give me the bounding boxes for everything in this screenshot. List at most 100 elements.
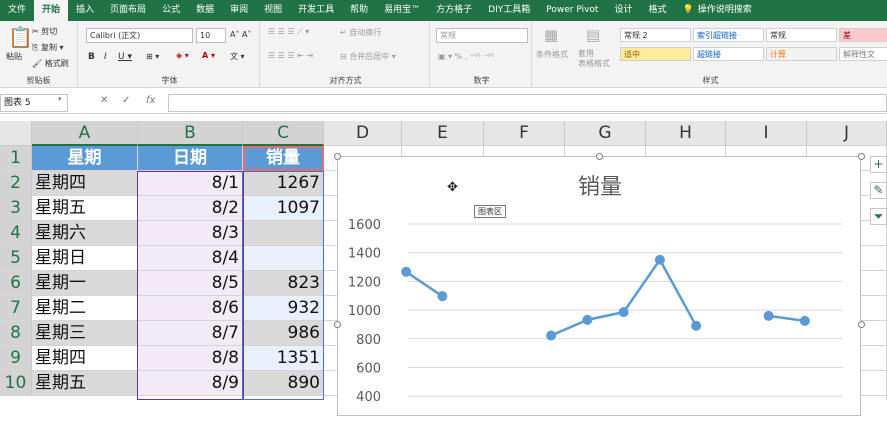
column-header-H[interactable]: H [646, 121, 726, 146]
conditional-format-button[interactable]: 条件格式 [536, 49, 568, 60]
chart-resize-handle-tl[interactable] [334, 153, 341, 160]
tab-10[interactable]: 易用宝™ [376, 0, 428, 21]
cell-style-1[interactable]: 索引超链接 [693, 28, 764, 42]
table-cell[interactable]: 8/6 [138, 296, 243, 321]
row-header-5[interactable]: 5 [0, 246, 32, 271]
row-header-10[interactable]: 10 [0, 371, 32, 396]
table-cell[interactable]: 8/4 [138, 246, 243, 271]
tab-4[interactable]: 公式 [154, 0, 188, 21]
cell-style-6[interactable]: 计算 [766, 47, 837, 61]
tab-12[interactable]: DIY工具箱 [480, 0, 538, 21]
table-cell[interactable]: 1267 [243, 171, 324, 196]
column-header-C[interactable]: C [243, 121, 324, 146]
name-box-dropdown-icon[interactable]: ▾ [58, 95, 62, 103]
tab-7[interactable]: 视图 [256, 0, 290, 21]
table-cell[interactable]: 星期五 [32, 196, 138, 221]
table-cell[interactable]: 1097 [243, 196, 324, 221]
row-header-7[interactable]: 7 [0, 296, 32, 321]
cell-style-3[interactable]: 差 [839, 28, 887, 42]
table-cell[interactable]: 星期六 [32, 221, 138, 246]
italic-icon[interactable]: I [104, 52, 107, 62]
cell-style-7[interactable]: 解释性文 [839, 47, 887, 61]
align-left-icon[interactable]: ☰ ☰ ☰ ⇤ ⇥ [268, 51, 313, 60]
border-icon[interactable]: ⊞ ▾ [146, 52, 159, 61]
chart-area[interactable]: 销量 1600 1400 1200 1000 800 600 400 [337, 156, 861, 416]
tab-0[interactable]: 文件 [0, 0, 34, 21]
cell-style-5[interactable]: 超链接 [693, 47, 764, 61]
chart-resize-handle-left[interactable] [334, 321, 341, 328]
table-cell[interactable] [243, 246, 324, 271]
tab-2[interactable]: 插入 [68, 0, 102, 21]
confirm-icon[interactable]: ✓ [122, 95, 130, 106]
chart-resize-handle-right[interactable] [858, 321, 865, 328]
table-cell[interactable]: 8/2 [138, 196, 243, 221]
row-header-6[interactable]: 6 [0, 271, 32, 296]
table-cell[interactable]: 星期四 [32, 171, 138, 196]
column-header-D[interactable]: D [324, 121, 402, 146]
table-cell[interactable]: 890 [243, 371, 324, 396]
cut-button[interactable]: ✂ 剪切 [32, 26, 57, 37]
column-header-B[interactable]: B [138, 121, 243, 146]
table-cell[interactable]: 1351 [243, 346, 324, 371]
table-cell[interactable]: 星期四 [32, 346, 138, 371]
conditional-format-icon[interactable]: ▦ [544, 26, 558, 44]
row-header-2[interactable]: 2 [0, 171, 32, 196]
select-all-corner[interactable] [0, 121, 32, 146]
table-format-button[interactable]: 套用 表格格式 [578, 49, 610, 69]
row-header-1[interactable]: 1 [0, 146, 32, 171]
tab-3[interactable]: 页面布局 [102, 0, 154, 21]
table-cell[interactable]: 星期五 [32, 371, 138, 396]
table-header-cell[interactable]: 销量 [243, 146, 324, 171]
table-cell[interactable]: 932 [243, 296, 324, 321]
column-header-E[interactable]: E [402, 121, 484, 146]
table-cell[interactable]: 8/5 [138, 271, 243, 296]
tab-11[interactable]: 方方格子 [428, 0, 480, 21]
table-cell[interactable]: 星期日 [32, 246, 138, 271]
column-header-J[interactable]: J [807, 121, 887, 146]
number-format-select[interactable]: 常规 [436, 28, 528, 43]
chart-filter-icon[interactable]: ⏷ [870, 208, 887, 225]
tab-5[interactable]: 数据 [188, 0, 222, 21]
row-header-8[interactable]: 8 [0, 321, 32, 346]
table-cell[interactable]: 星期一 [32, 271, 138, 296]
column-header-A[interactable]: A [32, 121, 138, 146]
row-header-3[interactable]: 3 [0, 196, 32, 221]
table-cell[interactable]: 8/7 [138, 321, 243, 346]
copy-button[interactable]: ⎘ 复制 ▾ [32, 42, 64, 53]
format-painter-button[interactable]: 🖌 格式刷 [32, 58, 69, 69]
table-cell[interactable]: 8/3 [138, 221, 243, 246]
column-header-I[interactable]: I [726, 121, 807, 146]
insert-function-icon[interactable]: fx [146, 95, 155, 106]
font-name-select[interactable]: Calibri (正文) [86, 28, 193, 43]
cancel-icon[interactable]: ✕ [100, 95, 108, 106]
table-header-cell[interactable]: 日期 [138, 146, 243, 171]
column-header-G[interactable]: G [565, 121, 646, 146]
tab-14[interactable]: 设计 [606, 0, 640, 21]
column-header-F[interactable]: F [484, 121, 565, 146]
font-color-icon[interactable]: A ▾ [202, 51, 215, 60]
cell-style-4[interactable]: 适中 [620, 47, 691, 61]
formula-input[interactable] [168, 94, 887, 112]
tab-8[interactable]: 开发工具 [290, 0, 342, 21]
font-size-select[interactable]: 10 [196, 28, 226, 43]
table-cell[interactable]: 星期三 [32, 321, 138, 346]
tab-6[interactable]: 审阅 [222, 0, 256, 21]
chart-styles-brush-icon[interactable]: ✎ [870, 182, 887, 199]
currency-icon[interactable]: ▣ ▾ % ‚ ⁺⁰⁰ ⁻⁰⁰ [438, 52, 494, 61]
tab-9[interactable]: 帮助 [342, 0, 376, 21]
font-grow-icon[interactable]: A˄ A˅ [230, 30, 252, 39]
table-cell[interactable]: 8/9 [138, 371, 243, 396]
table-format-icon[interactable]: ▤ [586, 26, 600, 44]
merge-button[interactable]: ⊟ 合并后居中 ▾ [340, 51, 396, 62]
table-cell[interactable] [243, 221, 324, 246]
table-cell[interactable]: 823 [243, 271, 324, 296]
bold-icon[interactable]: B [88, 52, 95, 62]
row-header-9[interactable]: 9 [0, 346, 32, 371]
phonetic-icon[interactable]: 文 ▾ [230, 51, 245, 62]
table-header-cell[interactable]: 星期 [32, 146, 138, 171]
tab-1[interactable]: 开始 [34, 0, 69, 21]
wrap-text-button[interactable]: ↵ 自动换行 [340, 27, 381, 38]
cell-style-0[interactable]: 常规 2 [620, 28, 691, 42]
table-cell[interactable]: 8/8 [138, 346, 243, 371]
align-top-icon[interactable]: ☰ ☰ ☰ ⟋ ▾ [268, 27, 309, 37]
